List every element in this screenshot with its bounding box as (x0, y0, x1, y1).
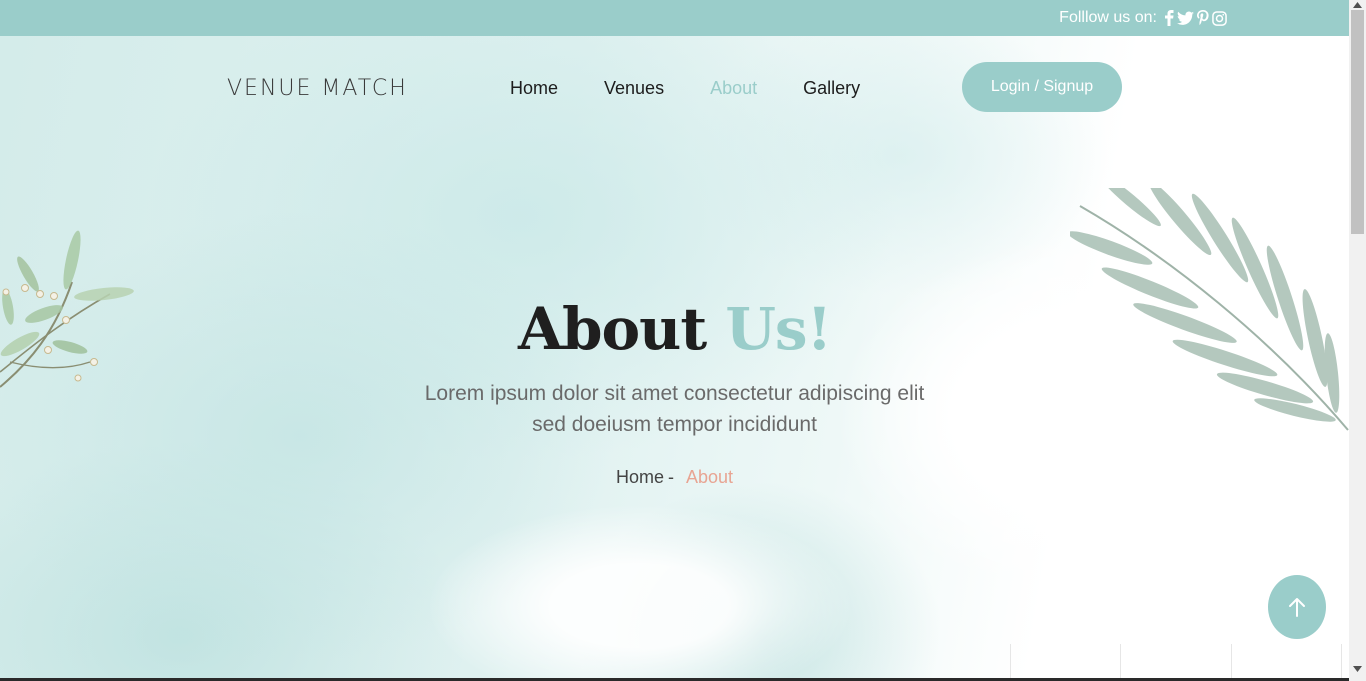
breadcrumb-home[interactable]: Home (616, 467, 664, 487)
scroll-down-arrow-icon[interactable] (1353, 666, 1362, 672)
breadcrumb: Home - About (0, 467, 1349, 488)
title-main: About (517, 295, 707, 363)
social-follow: Folllow us on: (1059, 0, 1227, 36)
login-signup-button[interactable]: Login / Signup (962, 62, 1122, 112)
main-nav: Home Venues About Gallery (510, 76, 906, 100)
nav-about[interactable]: About (710, 76, 757, 100)
page: Folllow us on: VENUE MATCH Home Venues A… (0, 0, 1349, 681)
page-title: About Us! (0, 294, 1349, 364)
site-logo[interactable]: VENUE MATCH (227, 76, 408, 101)
column-divider (1231, 644, 1232, 681)
scroll-to-top-button[interactable] (1268, 575, 1326, 639)
column-divider (1120, 644, 1121, 681)
top-bar: Folllow us on: (0, 0, 1349, 36)
hero-subtitle: Lorem ipsum dolor sit amet consectetur a… (0, 378, 1349, 440)
column-divider (1010, 644, 1011, 681)
vertical-scrollbar[interactable] (1349, 0, 1366, 681)
pinterest-icon[interactable] (1196, 10, 1210, 26)
instagram-icon[interactable] (1212, 10, 1227, 26)
social-icons (1163, 10, 1227, 26)
arrow-up-icon (1289, 598, 1305, 617)
background-highlight-bottom (430, 506, 850, 681)
title-accent: Us! (725, 295, 832, 363)
twitter-icon[interactable] (1177, 11, 1194, 26)
column-divider (1341, 644, 1342, 681)
scrollbar-thumb[interactable] (1351, 10, 1364, 234)
breadcrumb-current: About (685, 467, 734, 487)
breadcrumb-separator: - (667, 467, 674, 487)
nav-venues[interactable]: Venues (604, 76, 664, 100)
facebook-icon[interactable] (1163, 10, 1175, 26)
subtitle-line-1: Lorem ipsum dolor sit amet consectetur a… (424, 382, 925, 405)
follow-label: Folllow us on: (1059, 9, 1157, 26)
scroll-up-arrow-icon[interactable] (1353, 2, 1362, 8)
nav-gallery[interactable]: Gallery (803, 76, 860, 100)
nav-home[interactable]: Home (510, 76, 558, 100)
subtitle-line-2: sed doeiusm tempor incididunt (532, 413, 817, 436)
